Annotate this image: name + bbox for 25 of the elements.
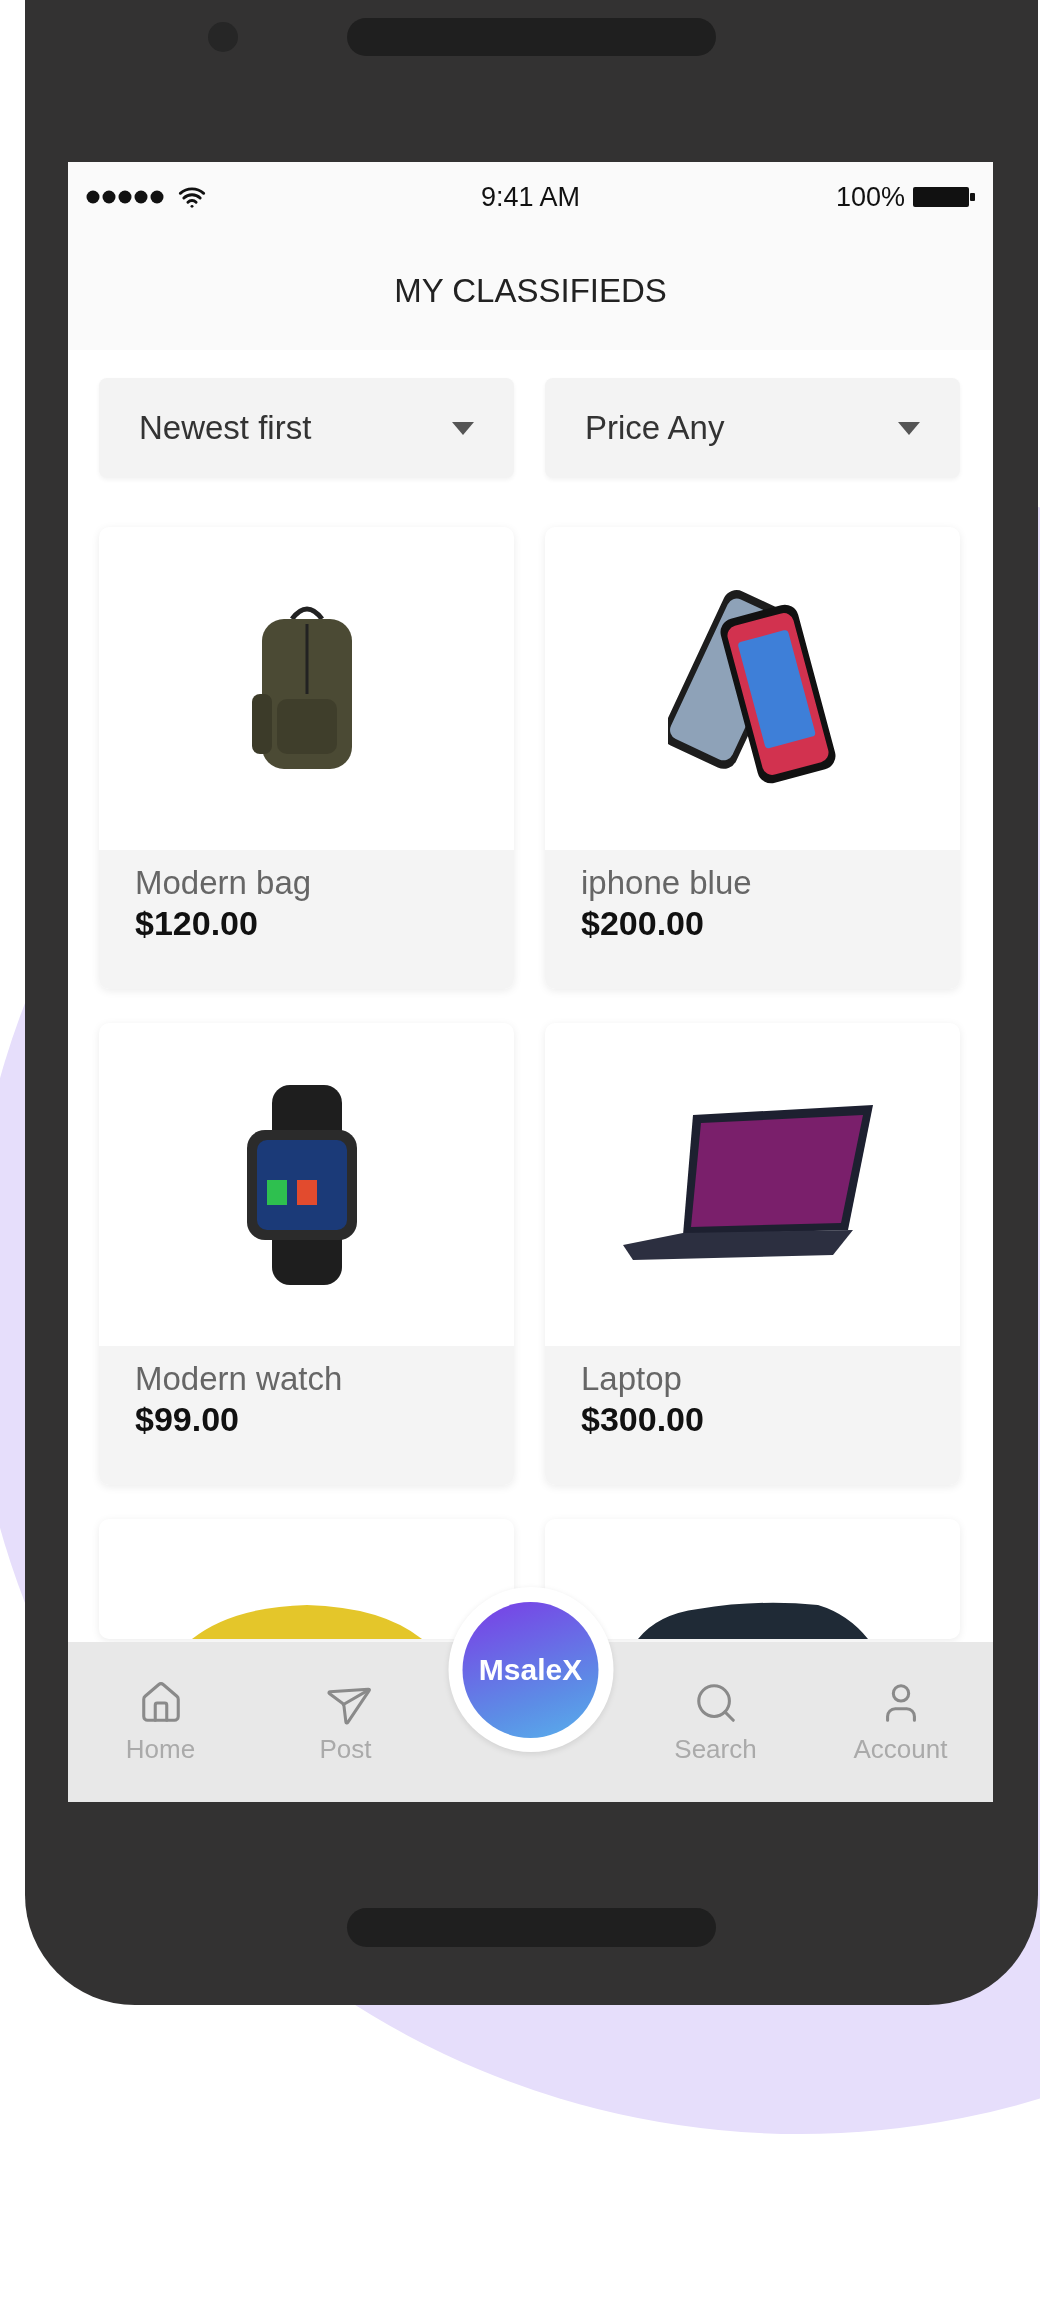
dropdown-label: Newest first (139, 409, 312, 447)
filter-dropdown[interactable]: Newest first (99, 378, 514, 478)
listing-title: Modern bag (135, 864, 313, 902)
listing-price: $300.00 (581, 1400, 705, 1439)
signal-icon (86, 190, 166, 204)
filter-dropdown[interactable]: Price Any (545, 378, 960, 478)
page-title: MY CLASSIFIEDS (394, 272, 667, 310)
listing-title: Modern watch (135, 1360, 344, 1398)
listing-price: $200.00 (581, 904, 705, 943)
listing-price: $120.00 (135, 904, 259, 943)
listing-card[interactable]: iphone blue $200.00 (545, 527, 960, 989)
caret-icon (898, 421, 920, 435)
listing-card[interactable] (545, 1519, 960, 1639)
listing-price: $99.00 (135, 1400, 240, 1439)
dropdown-label: Price Any (585, 409, 725, 447)
listing-card[interactable]: Modern watch $99.00 (99, 1023, 514, 1485)
battery-percent: 100% (835, 181, 905, 213)
battery-icon (913, 186, 975, 208)
caret-icon (452, 421, 474, 435)
listing-title: iphone blue (581, 864, 753, 902)
status-time: 9:41 AM (480, 181, 581, 213)
brand-button[interactable]: MsaleX (448, 1587, 613, 1752)
listing-title: Laptop (581, 1360, 683, 1398)
listing-card[interactable]: Laptop $300.00 (545, 1023, 960, 1485)
listing-card[interactable]: Modern bag $120.00 (99, 527, 514, 989)
